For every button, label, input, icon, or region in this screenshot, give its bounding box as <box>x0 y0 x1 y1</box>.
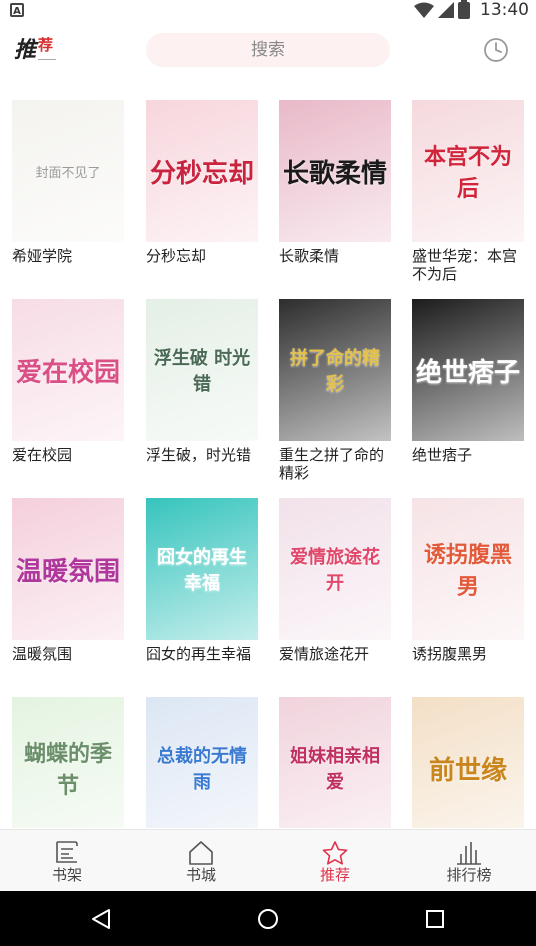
book-item[interactable]: 拼了命的精彩重生之拼了命的精彩 <box>279 299 391 482</box>
home-circle-icon[interactable] <box>257 908 279 930</box>
book-cover-text: 长歌柔情 <box>283 158 388 189</box>
book-cover-text: 本宫不为后 <box>423 144 512 202</box>
top-header: 推 荐 搜索 <box>0 22 536 82</box>
search-input[interactable]: 搜索 <box>146 33 390 67</box>
book-cover-text: 蝴蝶的季节 <box>23 741 112 799</box>
book-cover-text: 囧女的再生幸福 <box>157 547 247 594</box>
nav-item-ranking[interactable]: 排行榜 <box>402 830 536 892</box>
book-cover[interactable]: 前世缘 <box>412 697 524 828</box>
book-cover-text: 总裁的无情雨 <box>157 746 247 793</box>
book-cover[interactable]: 拼了命的精彩 <box>279 299 391 441</box>
book-item[interactable]: 温暖氛围 温暖氛围 <box>12 498 124 663</box>
book-cover-text: 姐妹相亲相爱 <box>290 746 380 793</box>
status-time: 13:40 <box>480 0 529 20</box>
book-cover[interactable]: 浮生破 时光错 <box>146 299 258 441</box>
nav-item-bookshelf[interactable]: 书架 <box>0 830 134 892</box>
book-cover[interactable]: 囧女的再生幸福 <box>146 498 258 640</box>
bar-chart-icon <box>457 842 481 865</box>
book-cover[interactable]: 温暖氛围 <box>12 498 124 640</box>
nav-label-bookstore: 书城 <box>185 866 216 884</box>
book-item[interactable]: 姐妹相亲相爱 <box>279 697 391 828</box>
nav-label-recommend: 推荐 <box>319 866 350 884</box>
book-item[interactable]: 诱拐腹黑男 诱拐腹黑男 <box>412 498 524 663</box>
book-cover-text: 温暖氛围 <box>16 556 121 587</box>
book-cover[interactable]: 封面不见了 <box>12 100 124 242</box>
nav-item-bookstore[interactable]: 书城 <box>134 830 268 892</box>
book-title: 浮生破，时光错 <box>146 446 252 464</box>
star-icon <box>322 841 348 865</box>
recents-icon[interactable] <box>424 908 446 930</box>
book-cover-text: 爱情旅途花开 <box>290 547 380 594</box>
book-title: 盛世华宠：本宫不为后 <box>412 247 518 283</box>
book-cover[interactable]: 爱情旅途花开 <box>279 498 391 640</box>
logo-char-main: 推 <box>14 37 37 63</box>
book-cover-text: 诱拐腹黑男 <box>423 542 512 600</box>
book-item[interactable]: 分秒忘却 分秒忘却 <box>146 100 258 265</box>
book-grid: 封面不见了 希娅学院 分秒忘却 分秒忘却 长歌柔情 长歌柔情 本宫不为后 盛世华宠：本宫不为后… <box>0 98 536 828</box>
book-item[interactable]: 爱情旅途花开 爱情旅途花开 <box>279 498 391 663</box>
nav-label-bookshelf: 书架 <box>51 866 82 884</box>
book-title: 爱情旅途花开 <box>279 645 370 663</box>
book-cover[interactable]: 诱拐腹黑男 <box>412 498 524 640</box>
book-cover[interactable]: 长歌柔情 <box>279 100 391 242</box>
book-title: 分秒忘却 <box>146 247 207 265</box>
book-cover[interactable]: 爱在校园 <box>12 299 124 441</box>
book-title: 诱拐腹黑男 <box>412 645 488 663</box>
logo-char-sub: 荐 <box>38 36 54 54</box>
book-title: 囧女的再生幸福 <box>146 645 252 663</box>
book-title: 长歌柔情 <box>279 247 340 265</box>
signal-icon <box>438 2 454 18</box>
book-title: 重生之拼了命的精彩 <box>279 446 385 482</box>
book-cover-text: 封面不见了 <box>35 165 101 181</box>
book-cover[interactable]: 绝世痞子 <box>412 299 524 441</box>
book-cover-text: 拼了命的精彩 <box>290 348 380 395</box>
book-item[interactable]: 本宫不为后盛世华宠：本宫不为后 <box>412 100 524 283</box>
book-cover-text: 前世缘 <box>428 755 507 786</box>
nav-item-recommend[interactable]: 推荐 <box>268 830 402 892</box>
book-cover-text: 分秒忘却 <box>150 158 255 189</box>
book-item[interactable]: 浮生破 时光错浮生破，时光错 <box>146 299 258 464</box>
nav-label-ranking: 排行榜 <box>446 866 492 884</box>
book-cover[interactable]: 姐妹相亲相爱 <box>279 697 391 828</box>
book-item[interactable]: 前世缘 <box>412 697 524 828</box>
app-notification-icon: A <box>10 3 24 17</box>
app-logo: 推 荐 <box>14 32 58 68</box>
book-cover[interactable]: 分秒忘却 <box>146 100 258 242</box>
book-item[interactable]: 囧女的再生幸福 囧女的再生幸福 <box>146 498 258 663</box>
book-title: 希娅学院 <box>12 247 73 265</box>
book-item[interactable]: 绝世痞子 绝世痞子 <box>412 299 524 464</box>
book-title: 爱在校园 <box>12 446 73 464</box>
bookshelf-icon <box>56 841 78 863</box>
wifi-icon <box>414 2 434 18</box>
book-cover[interactable]: 本宫不为后 <box>412 100 524 242</box>
book-title: 温暖氛围 <box>12 645 73 663</box>
status-bar: A 13:40 <box>0 0 536 22</box>
book-cover[interactable]: 总裁的无情雨 <box>146 697 258 828</box>
book-item[interactable]: 长歌柔情 长歌柔情 <box>279 100 391 265</box>
book-title: 绝世痞子 <box>412 446 473 464</box>
book-cover-text: 爱在校园 <box>16 357 121 388</box>
book-item[interactable]: 总裁的无情雨 <box>146 697 258 828</box>
system-nav-bar <box>0 891 536 946</box>
book-item[interactable]: 爱在校园 爱在校园 <box>12 299 124 464</box>
book-item[interactable]: 封面不见了希娅学院 <box>12 100 124 265</box>
battery-icon <box>458 0 470 19</box>
bottom-nav: 书架 书城 推荐 排行榜 <box>0 829 536 892</box>
book-cover-text: 浮生破 时光错 <box>153 348 251 395</box>
book-item[interactable]: 蝴蝶的季节 <box>12 697 124 828</box>
back-icon[interactable] <box>90 908 112 930</box>
book-cover-text: 绝世痞子 <box>416 357 521 388</box>
home-icon <box>189 841 213 865</box>
clock-icon[interactable] <box>483 37 509 63</box>
book-cover[interactable]: 蝴蝶的季节 <box>12 697 124 828</box>
